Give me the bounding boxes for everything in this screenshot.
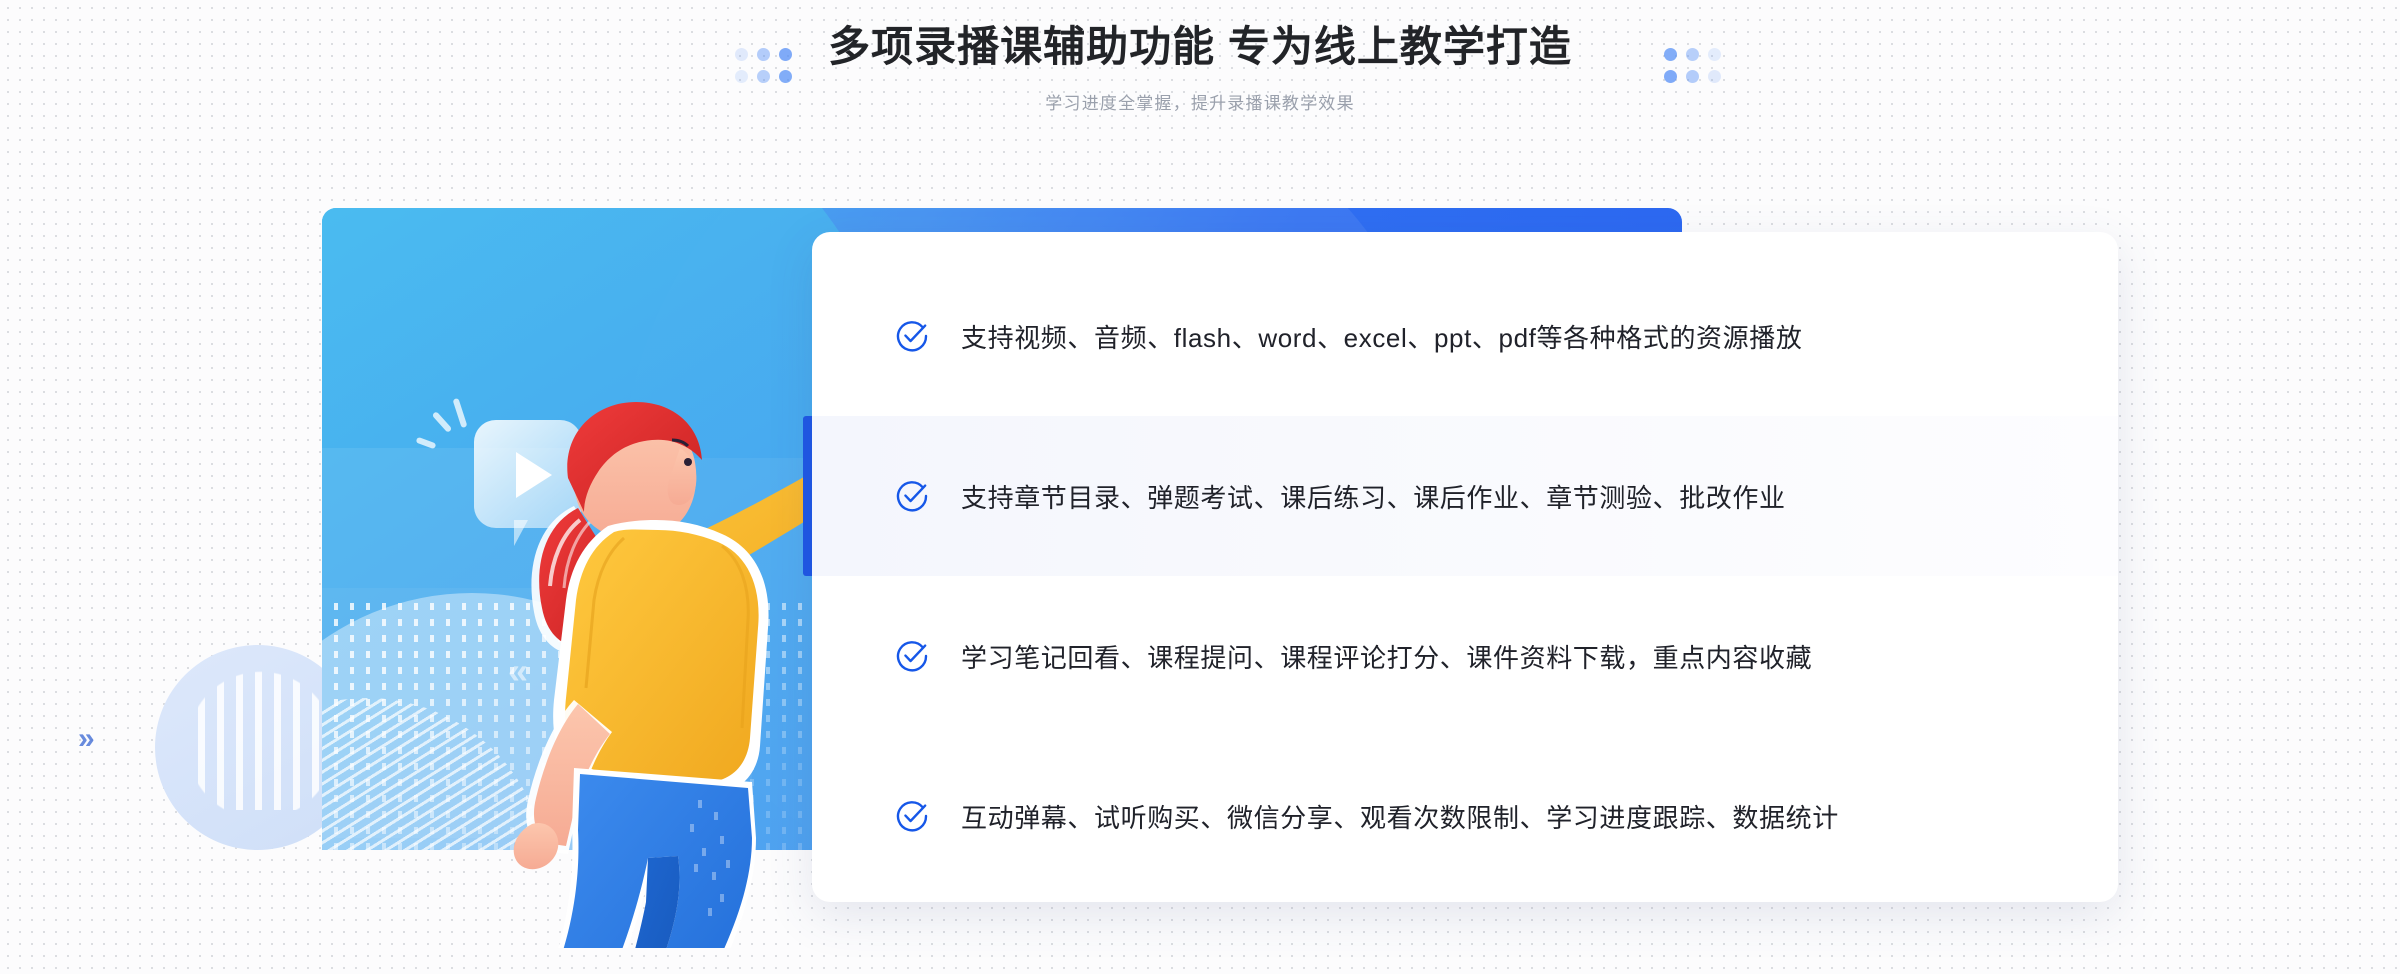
page-title: 多项录播课辅助功能 专为线上教学打造: [828, 23, 1572, 70]
check-circle-icon: [896, 481, 928, 512]
feature-row[interactable]: 支持章节目录、弹题考试、课后练习、课后作业、章节测验、批改作业: [803, 416, 2118, 576]
page-subtitle: 学习进度全掌握，提升录播课教学效果: [1045, 94, 1355, 114]
feature-text: 支持章节目录、弹题考试、课后练习、课后作业、章节测验、批改作业: [961, 482, 1786, 513]
feature-card: 支持视频、音频、flash、word、excel、ppt、pdf等各种格式的资源…: [803, 232, 2118, 902]
bubble-tail: [514, 520, 528, 546]
active-row-accent-bar: [803, 416, 812, 576]
check-circle-icon: [896, 801, 928, 832]
check-circle-icon: [896, 321, 928, 352]
feature-text: 互动弹幕、试听购买、微信分享、观看次数限制、学习进度跟踪、数据统计: [961, 802, 1839, 833]
double-chevron-left-icon: «: [508, 650, 529, 691]
check-circle-icon: [896, 641, 928, 672]
feature-row[interactable]: 互动弹幕、试听购买、微信分享、观看次数限制、学习进度跟踪、数据统计: [812, 736, 2118, 896]
feature-row[interactable]: 学习笔记回看、课程提问、课程评论打分、课件资料下载，重点内容收藏: [812, 576, 2118, 736]
feature-text: 学习笔记回看、课程提问、课程评论打分、课件资料下载，重点内容收藏: [961, 642, 1813, 673]
double-chevron-right-icon: »: [78, 722, 95, 755]
header: 多项录播课辅助功能 专为线上教学打造 学习进度全掌握，提升录播课教学效果: [0, 0, 2400, 155]
feature-text: 支持视频、音频、flash、word、excel、ppt、pdf等各种格式的资源…: [961, 322, 1803, 353]
feature-row[interactable]: 支持视频、音频、flash、word、excel、ppt、pdf等各种格式的资源…: [812, 256, 2118, 416]
play-button-bubble-icon: [474, 420, 582, 546]
play-triangle-icon: [516, 452, 552, 498]
promo-banner-page: 多项录播课辅助功能 专为线上教学打造 学习进度全掌握，提升录播课教学效果 » «: [0, 0, 2400, 974]
